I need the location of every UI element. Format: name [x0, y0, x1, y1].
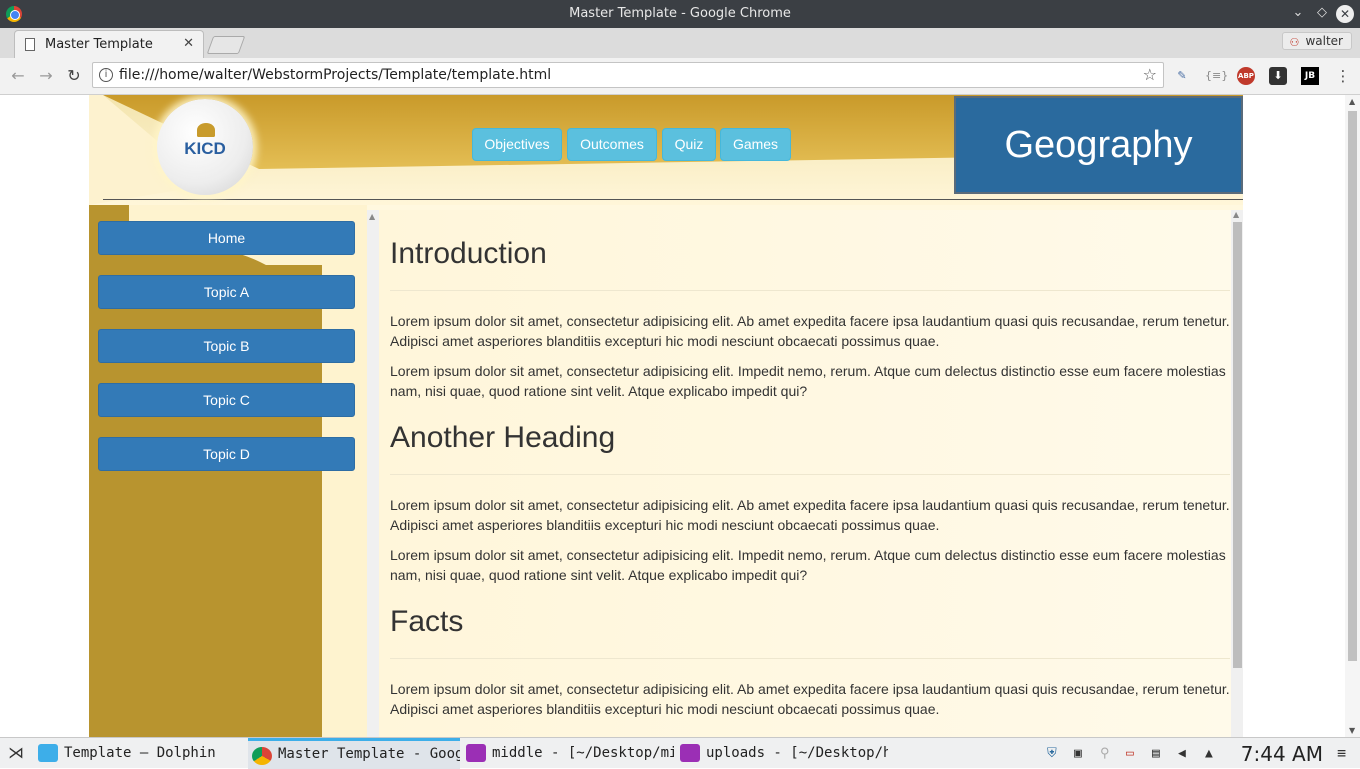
display-icon[interactable]: ▣ — [1074, 746, 1082, 761]
article: Introduction Lorem ipsum dolor sit amet,… — [390, 210, 1230, 729]
shield-icon[interactable]: ⛨ — [1047, 746, 1057, 761]
download-icon[interactable]: ⬇ — [1269, 67, 1287, 85]
maximize-icon[interactable]: ◇ — [1314, 5, 1330, 20]
sidebar: Home Topic A Topic B Topic C Topic D — [89, 205, 367, 737]
task-chrome[interactable]: Master Template - Goog… — [248, 738, 460, 769]
scroll-up-icon[interactable]: ▲ — [369, 212, 375, 221]
clock[interactable]: 7:44 AM — [1241, 742, 1323, 766]
minimize-icon[interactable]: ⌄ — [1290, 5, 1306, 20]
expand-tray-icon[interactable]: ▲ — [1205, 746, 1213, 761]
nav-quiz-button[interactable]: Quiz — [662, 128, 716, 161]
sidebar-topic-d-button[interactable]: Topic D — [98, 437, 355, 471]
profile-name: walter — [1305, 34, 1343, 48]
chrome-icon — [252, 747, 272, 765]
task-dolphin[interactable]: Template — Dolphin — [34, 738, 246, 769]
adblock-icon[interactable]: ABP — [1237, 67, 1255, 85]
sidebar-topic-b-button[interactable]: Topic B — [98, 329, 355, 363]
forward-arrow-icon[interactable]: → — [36, 66, 56, 85]
section-heading: Facts — [390, 605, 1230, 659]
browser-tab[interactable]: Master Template ✕ — [14, 30, 204, 58]
close-window-icon[interactable]: ✕ — [1336, 5, 1354, 23]
paragraph: Lorem ipsum dolor sit amet, consectetur … — [390, 363, 1226, 399]
paragraph: Lorem ipsum dolor sit amet, consectetur … — [390, 497, 1230, 533]
scroll-thumb[interactable] — [1348, 111, 1357, 661]
section-heading: Another Heading — [390, 421, 1230, 475]
scroll-up-icon[interactable]: ▲ — [1349, 97, 1355, 106]
task-label: Template — Dolphin — [64, 745, 216, 761]
site-container: KICD Objectives Outcomes Quiz Games Geog… — [89, 95, 1243, 737]
task-label: middle - [~/Desktop/mi… — [492, 745, 674, 761]
menu-icon[interactable]: ≡ — [1337, 744, 1346, 762]
section-heading: Introduction — [390, 237, 1230, 291]
json-icon[interactable]: {≡} — [1205, 67, 1228, 85]
new-tab-button[interactable] — [206, 36, 246, 54]
page-viewport: KICD Objectives Outcomes Quiz Games Geog… — [0, 95, 1360, 737]
url-text[interactable]: file:///home/walter/WebstormProjects/Tem… — [119, 67, 551, 83]
reload-icon[interactable]: ↻ — [64, 66, 84, 85]
sidebar-topic-a-button[interactable]: Topic A — [98, 275, 355, 309]
task-phpstorm-uploads[interactable]: uploads - [~/Desktop/h… — [676, 738, 888, 769]
page-scrollbar[interactable]: ▲ ▼ — [1345, 95, 1360, 737]
browser-toolbar: ← → ↻ i file:///home/walter/WebstormProj… — [0, 58, 1360, 95]
subject-title: Geography — [954, 96, 1243, 194]
scroll-thumb[interactable] — [1233, 222, 1242, 668]
window-titlebar: Master Template - Google Chrome ⌄ ◇ ✕ — [0, 0, 1360, 28]
tab-title: Master Template — [45, 37, 153, 52]
task-phpstorm-middle[interactable]: middle - [~/Desktop/mi… — [462, 738, 674, 769]
page-icon — [25, 38, 35, 51]
sidebar-topic-c-button[interactable]: Topic C — [98, 383, 355, 417]
book-icon — [197, 123, 215, 137]
nav-games-button[interactable]: Games — [720, 128, 791, 161]
volume-icon[interactable]: ◀ — [1178, 746, 1186, 761]
paragraph: Lorem ipsum dolor sit amet, consectetur … — [390, 681, 1230, 717]
close-tab-icon[interactable]: ✕ — [183, 36, 194, 51]
left-scrollbar[interactable]: ▲ — [367, 210, 379, 737]
phpstorm-icon — [466, 744, 486, 762]
info-icon[interactable]: i — [99, 68, 113, 82]
scroll-up-icon[interactable]: ▲ — [1233, 210, 1239, 219]
scroll-down-icon[interactable]: ▼ — [1349, 726, 1355, 735]
jetbrains-icon[interactable]: JB — [1301, 67, 1319, 85]
back-arrow-icon[interactable]: ← — [8, 66, 28, 85]
nav-outcomes-button[interactable]: Outcomes — [567, 128, 657, 161]
clipboard-icon[interactable]: ▤ — [1152, 746, 1160, 761]
sidebar-home-button[interactable]: Home — [98, 221, 355, 255]
task-label: Master Template - Goog… — [278, 746, 460, 762]
app-launcher-icon[interactable]: ⋊ — [8, 743, 24, 762]
profile-icon: ⚇ — [1289, 36, 1300, 49]
tab-strip: Master Template ✕ ⚇ walter — [0, 28, 1360, 58]
profile-button[interactable]: ⚇ walter — [1282, 32, 1352, 50]
content-scrollbar[interactable]: ▲ — [1231, 210, 1243, 737]
folder-icon — [38, 744, 58, 762]
eyedropper-icon[interactable]: ✎ — [1173, 67, 1191, 85]
menu-icon[interactable]: ⋮ — [1334, 67, 1352, 85]
taskbar: ⋊ Template — Dolphin Master Template - G… — [0, 737, 1360, 769]
window-title: Master Template - Google Chrome — [569, 6, 791, 21]
logo-text: KICD — [184, 139, 226, 158]
paragraph: Lorem ipsum dolor sit amet, consectetur … — [390, 547, 1226, 583]
paragraph: Lorem ipsum dolor sit amet, consectetur … — [390, 313, 1230, 349]
network-icon[interactable]: ⚲ — [1100, 746, 1110, 761]
battery-icon[interactable]: ▭ — [1126, 746, 1134, 761]
content-panel: ▲ Introduction Lorem ipsum dolor sit ame… — [367, 210, 1243, 737]
address-bar[interactable]: i file:///home/walter/WebstormProjects/T… — [92, 62, 1164, 88]
nav-objectives-button[interactable]: Objectives — [472, 128, 562, 161]
bookmark-star-icon[interactable]: ☆ — [1143, 65, 1157, 84]
phpstorm-icon — [680, 744, 700, 762]
kicd-logo[interactable]: KICD — [157, 99, 253, 195]
task-label: uploads - [~/Desktop/h… — [706, 745, 888, 761]
header-divider — [103, 199, 1243, 200]
